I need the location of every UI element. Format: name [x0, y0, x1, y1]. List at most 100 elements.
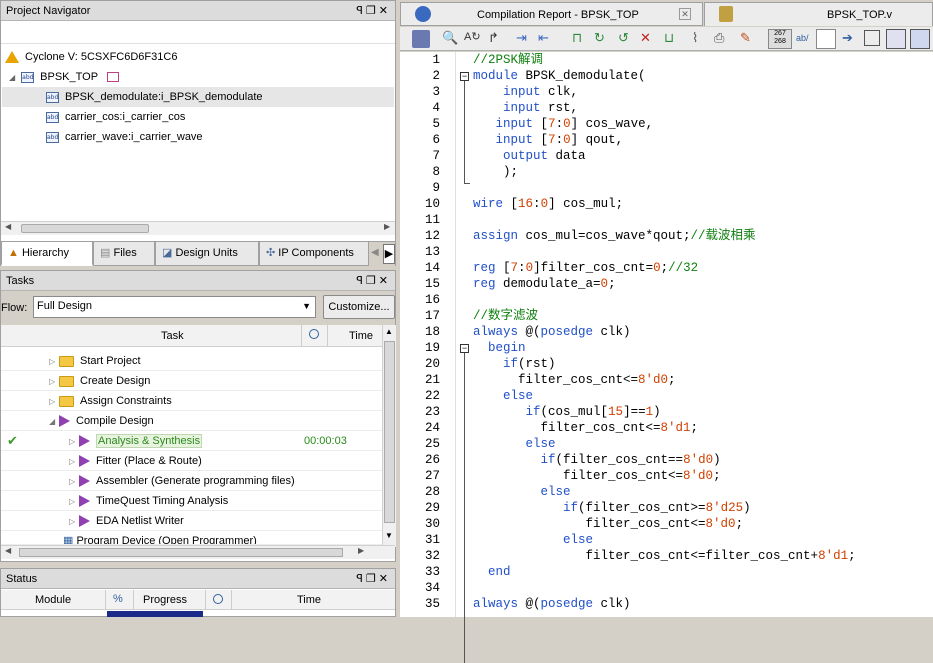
find-icon[interactable]: 🔍: [442, 30, 460, 48]
task-row[interactable]: ▷ TimeQuest Timing Analysis: [1, 491, 382, 511]
folder-icon: [59, 375, 74, 387]
clip-icon[interactable]: ⌇: [692, 30, 710, 48]
entity-icon: abd: [46, 111, 59, 123]
task-row[interactable]: ◢ Compile Design: [1, 411, 382, 431]
tab-label: Design Units: [175, 247, 238, 259]
code-line: else: [540, 485, 571, 499]
line-number: 20: [424, 357, 440, 371]
bookmark-prev-icon[interactable]: ↺: [618, 30, 636, 48]
top-entity-row[interactable]: ◢ abd BPSK_TOP: [9, 67, 119, 87]
code-line: assign cos_mul=cos_wave*qout;//载波相乘: [473, 229, 756, 243]
task-horizontal-scrollbar[interactable]: ◀ ▶: [1, 545, 395, 559]
fold-icon[interactable]: −: [460, 344, 469, 353]
task-row[interactable]: ✔ ▷ Analysis & Synthesis 00:00:03: [1, 431, 382, 451]
col-time[interactable]: Time: [349, 330, 373, 342]
device-row[interactable]: Cyclone V: 5CSXFC6D6F31C6: [5, 47, 177, 67]
col-module[interactable]: Module: [35, 594, 71, 606]
folder-icon: [59, 395, 74, 407]
tab-ip-components[interactable]: ✣ IP Components: [259, 242, 369, 266]
line-numbers-toggle[interactable]: 267 268: [768, 29, 792, 49]
bookmark-icon[interactable]: ⊓: [572, 30, 590, 48]
scroll-right-icon[interactable]: ▶: [358, 546, 364, 555]
task-label: Program Device (Open Programmer): [76, 535, 257, 545]
tree-item-demodulate[interactable]: abd BPSK_demodulate:i_BPSK_demodulate: [2, 87, 394, 107]
code-editor[interactable]: − − //2PSK解调 module BPSK_demodulate( inpu…: [400, 52, 933, 663]
tab-scroll-right-icon[interactable]: ▶: [383, 244, 395, 264]
code-line: input rst,: [503, 101, 579, 115]
print-icon[interactable]: ⎙: [714, 30, 732, 48]
col-percent[interactable]: %: [113, 593, 123, 605]
window-icon[interactable]: [412, 30, 430, 48]
tab-compilation-report[interactable]: Compilation Report - BPSK_TOP ✕: [400, 2, 703, 26]
col-task[interactable]: Task: [161, 330, 184, 342]
line-number: 30: [424, 517, 440, 531]
bookmark-clear-icon[interactable]: ✕: [640, 30, 658, 48]
tab-bpsk-top-v[interactable]: BPSK_TOP.v: [704, 2, 933, 26]
arrow-right-icon[interactable]: ➔: [842, 30, 853, 46]
scroll-left-icon[interactable]: ◀: [5, 222, 11, 231]
task-row[interactable]: ▷ Assembler (Generate programming files): [1, 471, 382, 491]
panel-icon[interactable]: [910, 29, 930, 49]
task-row[interactable]: ▷ Assign Constraints: [1, 391, 382, 411]
scroll-thumb[interactable]: [21, 224, 149, 233]
task-label: Create Design: [80, 375, 151, 387]
template-icon[interactable]: [886, 29, 906, 49]
panel-buttons[interactable]: ꟼ❐✕: [356, 572, 391, 585]
task-row[interactable]: ▷ Fitter (Place & Route): [1, 451, 382, 471]
panel-title: Tasks: [6, 275, 35, 287]
tab-files[interactable]: ▤ Files: [93, 242, 155, 266]
tree-item-label: carrier_cos:i_carrier_cos: [65, 111, 186, 123]
code-line: always @(posedge clk): [473, 325, 631, 339]
collapse-icon[interactable]: ◢: [9, 73, 15, 82]
flow-select[interactable]: Full Design ▼: [33, 296, 316, 318]
goto-icon[interactable]: ↱: [488, 30, 506, 48]
scroll-down-icon[interactable]: ▼: [385, 531, 393, 540]
outdent-icon[interactable]: ⇤: [538, 30, 556, 48]
clock-icon: [213, 594, 223, 604]
code-line: wire [16:0] cos_mul;: [473, 197, 624, 211]
col-time[interactable]: Time: [297, 594, 321, 606]
code-line: //数字滤波: [473, 309, 539, 323]
entity-icon: abd: [46, 91, 59, 103]
code-line: //2PSK解调: [473, 53, 544, 67]
task-row[interactable]: ▷ Start Project: [1, 351, 382, 371]
customize-button[interactable]: Customize...: [323, 295, 395, 319]
tree-item-carrier-cos[interactable]: abd carrier_cos:i_carrier_cos: [46, 107, 185, 127]
scroll-right-icon[interactable]: ▶: [384, 222, 390, 231]
panel-buttons[interactable]: ꟼ❐✕: [356, 4, 391, 17]
line-number: 22: [424, 389, 440, 403]
replace-icon[interactable]: A↻: [464, 30, 482, 48]
tab-design-units[interactable]: ◪ Design Units: [155, 242, 259, 266]
scroll-left-icon[interactable]: ◀: [5, 546, 11, 555]
task-vertical-scrollbar[interactable]: ▲ ▼: [382, 325, 396, 547]
edit-icon[interactable]: ✎: [740, 30, 758, 48]
scroll-up-icon[interactable]: ▲: [385, 327, 393, 336]
task-row[interactable]: ▷ Create Design: [1, 371, 382, 391]
tree-item-label: carrier_wave:i_carrier_wave: [65, 131, 203, 143]
tab-label: Files: [113, 247, 137, 259]
tab-hierarchy[interactable]: ▲ Hierarchy: [1, 242, 93, 266]
line-number: 21: [424, 373, 440, 387]
scroll-thumb[interactable]: [19, 548, 343, 557]
fold-icon[interactable]: −: [460, 72, 469, 81]
tree-item-carrier-wave[interactable]: abd carrier_wave:i_carrier_wave: [46, 127, 203, 147]
bookmark-next-icon[interactable]: ↻: [594, 30, 612, 48]
code-line: end: [488, 565, 511, 579]
bookmark-all-icon[interactable]: ⊔: [664, 30, 682, 48]
line-number: 10: [424, 197, 440, 211]
panel-buttons[interactable]: ꟼ❐✕: [356, 274, 391, 287]
tab-scroll-left-icon[interactable]: ◀: [371, 247, 379, 258]
task-row[interactable]: ▦ Program Device (Open Programmer): [1, 531, 382, 545]
task-label: TimeQuest Timing Analysis: [96, 495, 229, 507]
check-icon: ✔: [7, 433, 18, 448]
view-toggle[interactable]: [816, 29, 836, 49]
task-row[interactable]: ▷ EDA Netlist Writer: [1, 511, 382, 531]
line-number: 3: [432, 85, 440, 99]
scroll-thumb[interactable]: [384, 341, 395, 523]
indent-icon[interactable]: ⇥: [516, 30, 534, 48]
col-progress[interactable]: Progress: [143, 594, 187, 606]
list-icon[interactable]: [864, 30, 880, 46]
close-icon[interactable]: ✕: [679, 8, 691, 20]
horizontal-scrollbar[interactable]: ◀ ▶: [1, 221, 395, 235]
wrap-toggle[interactable]: ab/: [796, 33, 809, 43]
